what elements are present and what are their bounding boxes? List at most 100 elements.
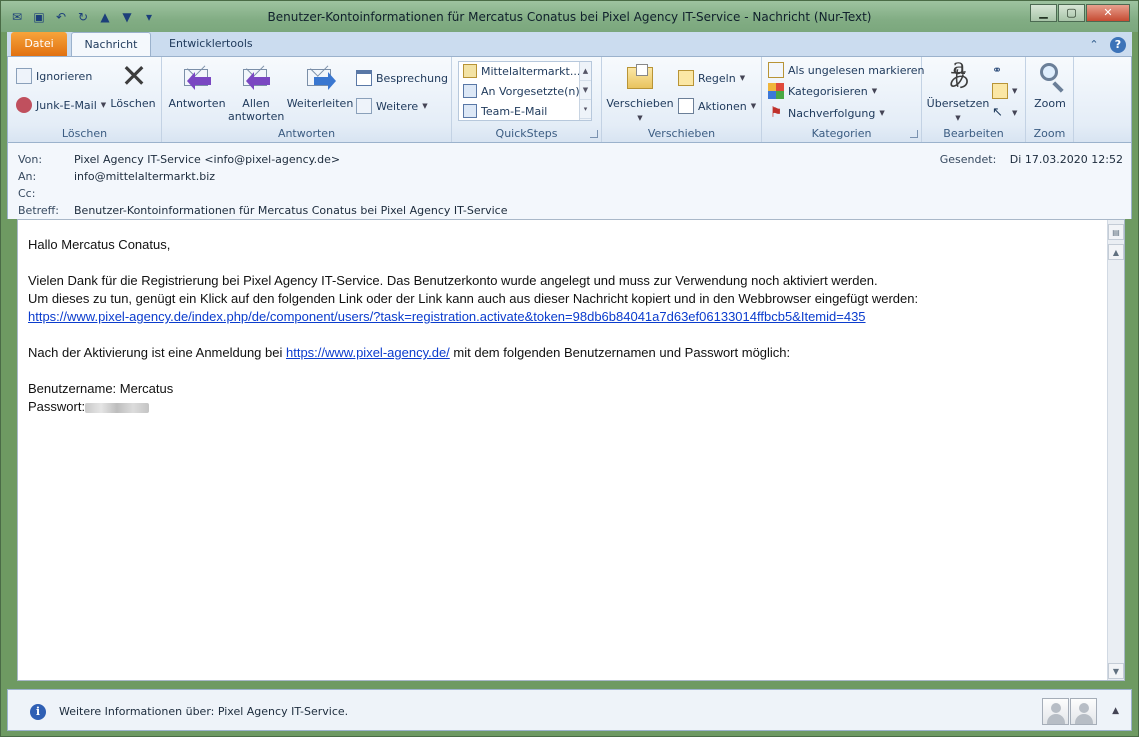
quicksteps-expand-arrow[interactable]: ▾ [580,100,591,119]
maximize-button[interactable]: ▢ [1058,4,1085,22]
junk-button[interactable]: Junk-E-Mail ▼ [16,95,106,115]
actions-button[interactable]: Aktionen ▼ [678,96,756,116]
rules-button[interactable]: Regeln ▼ [678,68,745,88]
vertical-scrollbar[interactable]: ▤ ▲ ▼ [1107,220,1124,680]
delete-icon: ✕ [120,57,148,95]
quickstep-label: An Vorgesetzte(n) [481,85,580,98]
scroll-down-arrow[interactable]: ▼ [1108,663,1124,679]
quickstep-icon [463,84,477,98]
magnifier-icon [1034,61,1066,93]
move-button[interactable]: Verschieben ▼ [606,61,674,125]
quickstep-icon [463,64,477,78]
forward-label: Weiterleiten [286,97,354,110]
message-header: Von: Pixel Agency IT-Service <info@pixel… [7,143,1132,219]
reply-all-button[interactable]: Allen antworten [228,61,284,123]
sent-value: Di 17.03.2020 12:52 [1009,153,1123,166]
rules-label: Regeln [698,71,736,85]
actions-label: Aktionen [698,99,747,113]
help-icon[interactable]: ? [1110,37,1126,53]
password-label: Passwort: [28,399,86,414]
cursor-icon: ↖ [992,105,1003,120]
mark-unread-label: Als ungelesen markieren [788,63,925,77]
quicksteps-up-arrow[interactable]: ▲ [580,62,591,81]
quicksteps-dialog-launcher[interactable] [590,130,598,138]
smart-tag-icon[interactable]: ▤ [1108,224,1124,240]
translate-icon: aあ [947,55,970,93]
rules-icon [678,70,694,86]
tab-message[interactable]: Nachricht [71,32,151,57]
chevron-down-icon: ▼ [100,101,107,109]
people-pane: i Weitere Informationen über: Pixel Agen… [7,689,1132,731]
site-link[interactable]: https://www.pixel-agency.de/ [286,345,450,360]
group-zoom: Zoom Zoom [1026,57,1074,142]
chevron-down-icon: ▼ [422,102,428,110]
unread-envelope-icon [768,62,784,78]
body-line-2: Um dieses zu tun, genügt ein Klick auf d… [28,291,919,306]
avatar[interactable] [1042,698,1069,725]
close-button[interactable]: ✕ [1086,4,1130,22]
quicksteps-down-arrow[interactable]: ▼ [580,81,591,100]
meeting-label: Besprechung [376,71,449,85]
delete-label: Löschen [110,97,156,110]
to-value[interactable]: info@mittelaltermarkt.biz [74,170,215,183]
quickstep-item[interactable]: Team-E-Mail [459,102,591,122]
chevron-down-icon: ▼ [637,114,643,122]
zoom-button[interactable]: Zoom [1030,61,1070,110]
related-button[interactable]: ▼ [992,81,1017,101]
body-line-3-pre: Nach der Aktivierung ist eine Anmeldung … [28,345,286,360]
mark-unread-button[interactable]: Als ungelesen markieren [768,60,925,80]
junk-label: Junk-E-Mail [36,98,97,112]
ribbon: Ignorieren Junk-E-Mail ▼ ✕ Löschen Lösch… [7,56,1132,143]
to-label: An: [18,170,37,183]
minimize-ribbon-icon[interactable]: ⌃ [1086,37,1102,53]
body-line-3-post: mit dem folgenden Benutzernamen und Pass… [449,345,791,360]
subject-label: Betreff: [18,204,59,217]
delete-button[interactable]: ✕ Löschen [110,57,156,110]
select-button[interactable]: ↖ ▼ [992,103,1017,123]
scroll-up-arrow[interactable]: ▲ [1108,244,1124,260]
find-button[interactable]: ⚭ [992,60,1008,80]
translate-button[interactable]: aあ Übersetzen ▼ [926,55,990,125]
junk-icon [16,97,32,113]
followup-button[interactable]: ⚑ Nachverfolgung ▼ [768,103,885,123]
zoom-label: Zoom [1034,97,1066,110]
categorize-button[interactable]: Kategorisieren ▼ [768,81,877,101]
activation-link[interactable]: https://www.pixel-agency.de/index.php/de… [28,309,866,324]
reply-all-label-1: Allen [242,97,270,110]
reply-all-label-2: antworten [228,110,285,123]
actions-icon [678,98,694,114]
reply-button[interactable]: Antworten [168,61,226,110]
from-value[interactable]: Pixel Agency IT-Service <info@pixel-agen… [74,153,340,166]
chevron-down-icon: ▼ [871,87,878,95]
tab-developer[interactable]: Entwicklertools [157,32,265,57]
meeting-button[interactable]: Besprechung [356,68,448,88]
move-folder-icon [624,61,656,93]
ignore-icon [16,68,32,84]
minimize-button[interactable]: ▁ [1030,4,1057,22]
ribbon-tab-row: Datei Nachricht Entwicklertools ⌃ ? [7,32,1132,57]
kategorien-dialog-launcher[interactable] [910,130,918,138]
body-line-1: Vielen Dank für die Registrierung bei Pi… [28,273,878,288]
reply-icon [181,61,213,93]
chevron-down-icon: ▼ [750,102,757,110]
avatar[interactable] [1070,698,1097,725]
people-info-text[interactable]: Weitere Informationen über: Pixel Agency… [59,705,348,718]
quickstep-item[interactable]: Mittelaltermarkt.... [459,62,591,82]
title-bar: ✉ ▣ ↶ ↻ ▲ ▼ ▾ Benutzer-Kontoinformatione… [1,1,1138,32]
ignore-button[interactable]: Ignorieren [16,66,92,86]
binoculars-icon: ⚭ [992,63,1003,77]
flag-icon: ⚑ [769,105,783,121]
tab-file[interactable]: Datei [11,32,67,57]
redacted-password [85,402,150,413]
sent-info: Gesendet: Di 17.03.2020 12:52 [940,153,1123,166]
more-label: Weitere [376,99,419,113]
message-body[interactable]: Hallo Mercatus Conatus, Vielen Dank für … [17,219,1125,681]
forward-button[interactable]: Weiterleiten [286,61,354,110]
chevron-down-icon: ▼ [739,74,746,82]
more-respond-button[interactable]: Weitere ▼ [356,96,428,116]
group-label-bearbeiten: Bearbeiten [943,127,1004,140]
quickstep-icon [463,104,477,118]
people-pane-expand-icon[interactable]: ▲ [1112,706,1119,716]
group-label-antworten: Antworten [277,127,336,140]
quickstep-item[interactable]: An Vorgesetzte(n) [459,82,591,102]
